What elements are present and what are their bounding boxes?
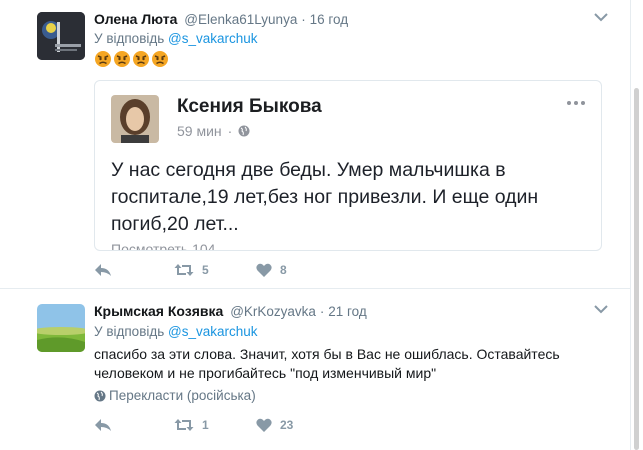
angry-face-icon bbox=[95, 51, 111, 67]
card-truncated-text: Посмотреть 104 bbox=[111, 241, 216, 251]
tweet-header: Олена Люта @Elenka61Lyunya · 16 год bbox=[94, 11, 348, 27]
reply-icon bbox=[95, 419, 111, 431]
retweet-count: 1 bbox=[202, 418, 209, 432]
author-handle[interactable]: @KrKozyavka bbox=[230, 304, 316, 319]
retweet-count: 5 bbox=[202, 263, 209, 277]
angry-face-icon bbox=[133, 51, 149, 67]
author-handle[interactable]: @Elenka61Lyunya bbox=[184, 12, 297, 27]
chevron-down-icon[interactable] bbox=[594, 304, 608, 314]
card-meta: 59 мин · bbox=[177, 123, 250, 139]
tweet[interactable]: Олена Люта @Elenka61Lyunya · 16 год У ві… bbox=[0, 0, 630, 289]
avatar[interactable] bbox=[37, 12, 85, 60]
timestamp[interactable]: 21 год bbox=[328, 304, 366, 319]
card-timestamp[interactable]: 59 мин bbox=[177, 123, 222, 139]
tweet[interactable]: Крымская Козявка @KrKozyavka · 21 год У … bbox=[0, 290, 630, 450]
heart-icon bbox=[256, 418, 272, 432]
card-avatar[interactable] bbox=[111, 95, 159, 143]
reply-button[interactable] bbox=[94, 263, 174, 277]
retweet-button[interactable]: 1 bbox=[174, 418, 256, 432]
card-text: У нас сегодня две беды. Умер мальчишка в… bbox=[111, 159, 539, 235]
reply-button[interactable] bbox=[94, 418, 174, 432]
translate-label[interactable]: Перекласти (російська) bbox=[109, 388, 256, 403]
reply-mention-link[interactable]: @s_vakarchuk bbox=[168, 31, 258, 46]
replying-prefix: У відповідь bbox=[94, 31, 169, 46]
globe-icon bbox=[94, 390, 106, 401]
author-name[interactable]: Крымская Козявка bbox=[94, 303, 223, 319]
timestamp[interactable]: 16 год bbox=[310, 12, 348, 27]
separator-dot: · bbox=[319, 304, 325, 319]
separator-dot: · bbox=[301, 12, 306, 27]
globe-icon bbox=[238, 125, 250, 137]
reply-mention-link[interactable]: @s_vakarchuk bbox=[168, 324, 258, 339]
replying-prefix: У відповідь bbox=[94, 324, 169, 339]
retweet-icon bbox=[174, 419, 194, 431]
translate-link[interactable]: Перекласти (російська) bbox=[94, 388, 256, 403]
card-author-name[interactable]: Ксения Быкова bbox=[177, 96, 322, 118]
like-count: 23 bbox=[280, 418, 294, 432]
retweet-button[interactable]: 5 bbox=[174, 263, 256, 277]
reply-icon bbox=[95, 264, 111, 276]
emoji-row bbox=[94, 50, 169, 68]
like-button[interactable]: 23 bbox=[256, 418, 293, 432]
replying-to: У відповідь @s_vakarchuk bbox=[94, 324, 258, 339]
tweet-actions: 1 23 bbox=[94, 418, 293, 432]
more-options-icon[interactable] bbox=[567, 101, 585, 105]
angry-face-icon bbox=[114, 51, 130, 67]
like-button[interactable]: 8 bbox=[256, 263, 287, 277]
chevron-down-icon[interactable] bbox=[594, 12, 608, 22]
angry-face-icon bbox=[152, 51, 168, 67]
tweet-header: Крымская Козявка @KrKozyavka · 21 год bbox=[94, 303, 367, 319]
like-count: 8 bbox=[280, 263, 287, 277]
avatar[interactable] bbox=[37, 304, 85, 352]
tweet-actions: 5 8 bbox=[94, 263, 287, 277]
scrollbar-border bbox=[630, 0, 631, 450]
replying-to: У відповідь @s_vakarchuk bbox=[94, 31, 258, 46]
scrollbar-thumb[interactable] bbox=[634, 88, 639, 450]
author-name[interactable]: Олена Люта bbox=[94, 11, 177, 27]
retweet-icon bbox=[174, 264, 194, 276]
embedded-post-card[interactable]: Ксения Быкова 59 мин · У нас сегодня две… bbox=[94, 80, 602, 251]
heart-icon bbox=[256, 263, 272, 277]
tweet-text: спасибо за эти слова. Значит, хотя бы в … bbox=[94, 346, 560, 381]
separator-dot: · bbox=[227, 123, 233, 139]
